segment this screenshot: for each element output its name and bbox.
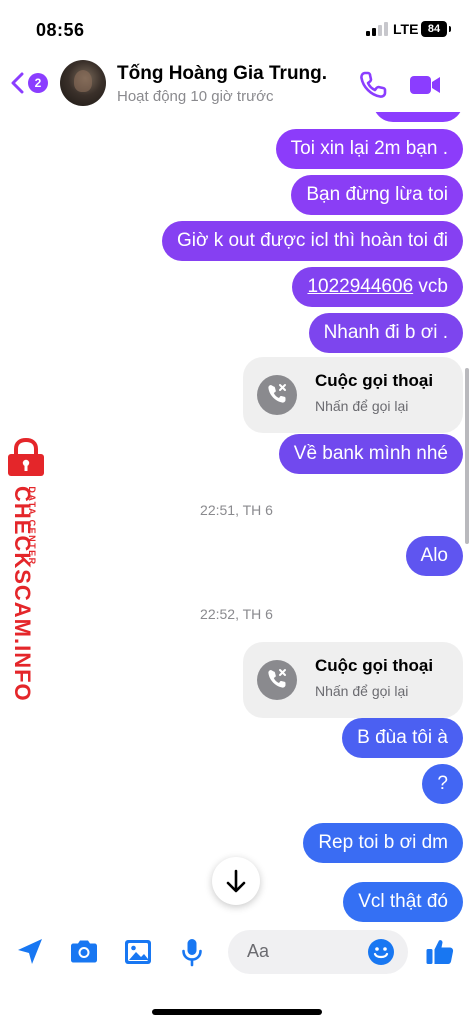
camera-icon[interactable] — [68, 936, 100, 968]
call-title: Cuộc gọi thoại — [315, 371, 434, 390]
bank-code: vcb — [418, 276, 448, 297]
message-row: Giờ k out được icl thì hoàn toi đi — [161, 221, 463, 261]
message-bubble[interactable]: Về bank mình nhé — [278, 434, 463, 474]
message-bubble[interactable]: Nhanh đi b ơi . — [308, 313, 463, 353]
call-title: Cuộc gọi thoại — [315, 656, 434, 675]
message-bubble[interactable]: Alo — [405, 536, 463, 576]
message-row: 1022944606 vcb — [292, 267, 463, 307]
message-row: Rep toi b ơi dm — [303, 823, 463, 863]
home-indicator[interactable] — [152, 1009, 322, 1015]
thumbs-up-icon[interactable] — [424, 936, 456, 968]
call-subtitle: Nhấn để gọi lại — [315, 683, 409, 699]
message-row: Bạn đừng lừa toi — [291, 175, 463, 215]
call-subtitle: Nhấn để gọi lại — [315, 398, 409, 414]
call-card[interactable]: Cuộc gọi thoại Nhấn để gọi lại — [243, 642, 463, 718]
video-camera-icon[interactable] — [408, 68, 442, 102]
arrow-down-icon — [226, 869, 246, 893]
missed-call-icon — [257, 375, 297, 415]
contact-status: Hoạt động 10 giờ trước — [117, 88, 274, 105]
message-bubble[interactable]: Vcl thật đó — [343, 882, 463, 922]
battery-icon: 84 — [421, 21, 451, 37]
message-bubble[interactable]: 1022944606 vcb — [292, 267, 463, 307]
message-row: Vcl thật đó — [343, 882, 463, 922]
status-time: 08:56 — [36, 20, 85, 40]
avatar[interactable] — [60, 60, 106, 106]
message-bubble[interactable]: B đùa tôi à — [342, 718, 463, 758]
scrollbar[interactable] — [465, 368, 469, 544]
missed-call-icon — [257, 660, 297, 700]
back-button[interactable]: 2 — [6, 64, 54, 102]
chevron-left-icon — [11, 72, 24, 94]
signal-icon — [366, 22, 390, 36]
message-bubble[interactable]: Rep toi b ơi dm — [303, 823, 463, 863]
message-input-placeholder: Aa — [247, 941, 270, 961]
scroll-to-bottom-button[interactable] — [212, 857, 260, 905]
message-bubble[interactable]: Giờ k out được icl thì hoàn toi đi — [161, 221, 463, 261]
unread-badge: 2 — [28, 73, 48, 93]
message-row: Alo — [405, 536, 463, 576]
lock-icon — [8, 438, 44, 476]
message-row: ? — [422, 764, 463, 804]
message-row — [373, 112, 463, 127]
message-bubble-partial[interactable] — [373, 112, 463, 122]
message-input[interactable]: Aa — [228, 930, 408, 974]
image-icon[interactable] — [122, 936, 154, 968]
message-row: Toi xin lại 2m bạn . — [275, 129, 463, 169]
status-bar: 08:56 LTE 84 — [0, 0, 473, 56]
timestamp-separator: 22:51, TH 6 — [200, 502, 273, 518]
composer: Aa — [0, 922, 473, 982]
emoji-icon[interactable] — [367, 938, 395, 966]
microphone-icon[interactable] — [176, 936, 208, 968]
contact-name[interactable]: Tống Hoàng Gia Trung. — [117, 63, 327, 85]
watermark: DATA CENTER CHECKSCAM.INFO — [2, 436, 50, 702]
message-list[interactable]: Toi xin lại 2m bạn . Bạn đừng lừa toi Gi… — [0, 112, 473, 922]
location-arrow-icon[interactable] — [14, 936, 46, 968]
message-bubble[interactable]: Bạn đừng lừa toi — [291, 175, 463, 215]
message-row: Nhanh đi b ơi . — [308, 313, 463, 353]
network-label: LTE — [393, 21, 419, 37]
call-card[interactable]: Cuộc gọi thoại Nhấn để gọi lại — [243, 357, 463, 433]
message-row: Về bank mình nhé — [278, 434, 463, 474]
timestamp-separator: 22:52, TH 6 — [200, 606, 273, 622]
watermark-title: CHECKSCAM.INFO — [10, 486, 35, 702]
message-bubble[interactable]: ? — [422, 764, 463, 804]
message-row: B đùa tôi à — [342, 718, 463, 758]
phone-icon[interactable] — [356, 68, 390, 102]
chat-header: 2 Tống Hoàng Gia Trung. Hoạt động 10 giờ… — [0, 56, 473, 112]
message-bubble[interactable]: Toi xin lại 2m bạn . — [275, 129, 463, 169]
account-number-link[interactable]: 1022944606 — [307, 276, 413, 297]
